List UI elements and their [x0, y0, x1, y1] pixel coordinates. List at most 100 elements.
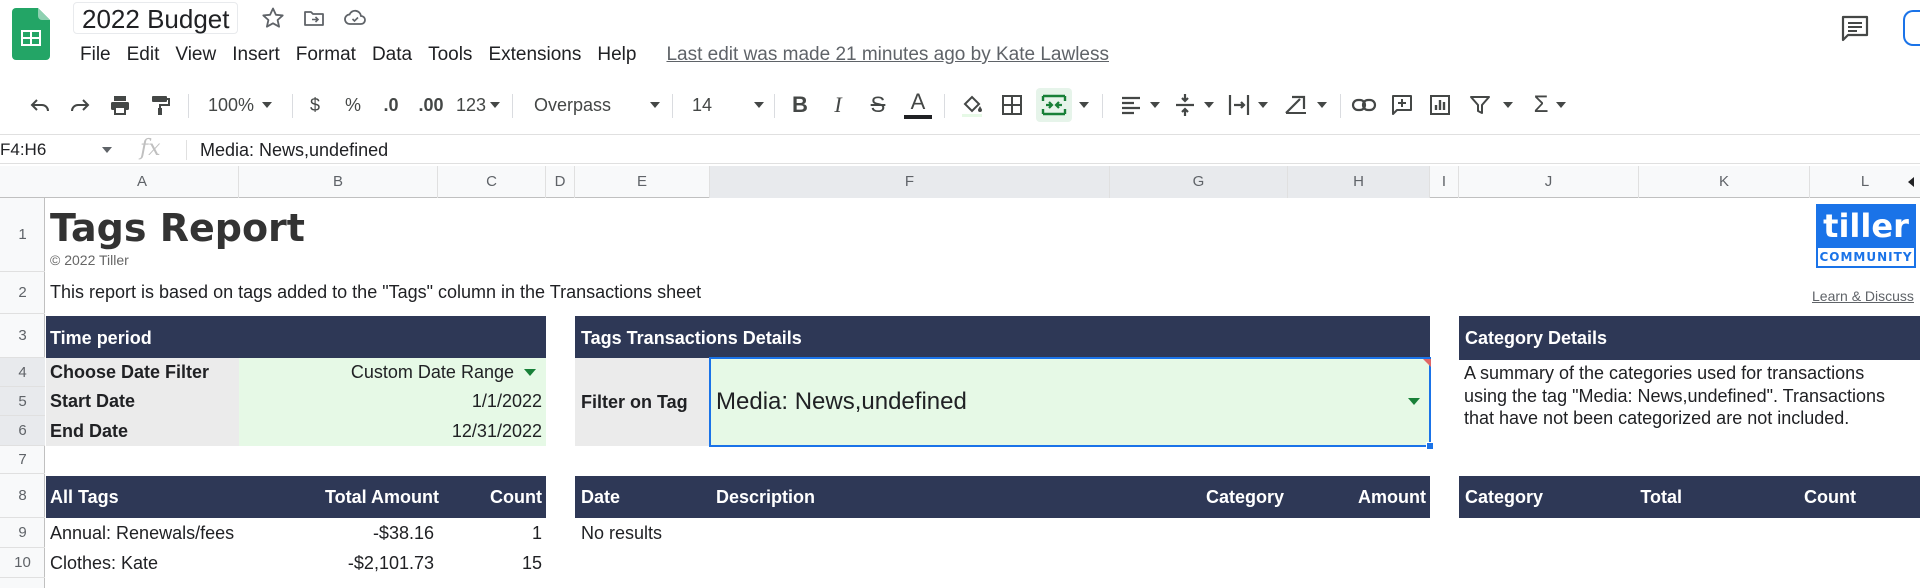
menu-extensions[interactable]: Extensions	[480, 42, 589, 68]
row-header-4[interactable]: 4	[0, 358, 45, 387]
row-header-1[interactable]: 1	[0, 198, 45, 272]
row-header-10[interactable]: 10	[0, 548, 45, 578]
column-header-h[interactable]: H	[1288, 166, 1430, 198]
decrease-decimal-button[interactable]: .0	[376, 84, 406, 126]
row-header-3[interactable]: 3	[0, 314, 45, 358]
column-header-a[interactable]: A	[46, 166, 239, 198]
document-title[interactable]: 2022 Budget	[73, 2, 239, 34]
column-header-l[interactable]: L	[1810, 166, 1920, 198]
all-tags-header[interactable]: All Tags	[50, 476, 119, 518]
column-header-g[interactable]: G	[1110, 166, 1288, 198]
count-header[interactable]: Count	[490, 476, 542, 518]
filter-on-tag-label[interactable]: Filter on Tag	[575, 358, 710, 446]
menu-data[interactable]: Data	[364, 42, 420, 68]
increase-decimal-button[interactable]: .00	[414, 84, 448, 126]
tag-transactions-header[interactable]: Tags Transactions Details	[575, 316, 1430, 360]
horizontal-align-icon[interactable]	[1116, 84, 1164, 126]
redo-icon[interactable]	[64, 84, 96, 126]
print-icon[interactable]	[104, 84, 136, 126]
strikethrough-icon[interactable]: S	[864, 84, 892, 126]
menu-help[interactable]: Help	[589, 42, 644, 68]
merge-options-dropdown[interactable]	[1076, 84, 1092, 126]
column-header-j[interactable]: J	[1459, 166, 1639, 198]
no-results-text[interactable]: No results	[581, 518, 662, 548]
row-header-2[interactable]: 2	[0, 272, 45, 314]
text-wrapping-icon[interactable]	[1224, 84, 1272, 126]
menu-format[interactable]: Format	[288, 42, 364, 68]
fill-handle[interactable]	[1426, 442, 1434, 450]
dropdown-arrow-icon[interactable]	[524, 369, 536, 376]
paint-format-icon[interactable]	[144, 84, 176, 126]
row-header-7[interactable]: 7	[0, 446, 45, 474]
tag-count-cell[interactable]: 15	[438, 548, 542, 578]
font-size-select[interactable]: 14	[684, 84, 764, 126]
create-filter-icon[interactable]	[1466, 84, 1516, 126]
column-header-k[interactable]: K	[1639, 166, 1810, 198]
date-header[interactable]: Date	[581, 476, 620, 518]
more-formats-select[interactable]: 123	[454, 84, 502, 126]
learn-discuss-link[interactable]: Learn & Discuss	[1812, 288, 1914, 304]
italic-icon[interactable]: I	[824, 84, 852, 126]
merge-cells-icon[interactable]	[1036, 88, 1072, 122]
menu-view[interactable]: View	[167, 42, 224, 68]
last-edit-link[interactable]: Last edit was made 21 minutes ago by Kat…	[666, 42, 1109, 68]
sheets-logo-icon[interactable]	[12, 8, 50, 60]
column-header-b[interactable]: B	[239, 166, 438, 198]
formula-input[interactable]: Media: News,undefined	[200, 135, 388, 165]
start-date-input[interactable]: 1/1/2022	[239, 387, 546, 416]
column-header-e[interactable]: E	[575, 166, 710, 198]
move-folder-icon[interactable]	[301, 6, 327, 30]
column-header-c[interactable]: C	[438, 166, 546, 198]
date-filter-label[interactable]: Choose Date Filter	[46, 358, 239, 387]
total-amount-header[interactable]: Total Amount	[325, 476, 439, 518]
vertical-align-icon[interactable]	[1170, 84, 1218, 126]
tag-name-cell[interactable]: Annual: Renewals/fees	[50, 518, 239, 548]
tag-total-cell[interactable]: -$2,101.73	[239, 548, 434, 578]
insert-link-icon[interactable]	[1348, 84, 1380, 126]
tag-total-cell[interactable]: -$38.16	[239, 518, 434, 548]
category-details-description[interactable]: A summary of the categories used for tra…	[1464, 362, 1920, 430]
column-header-d[interactable]: D	[546, 166, 575, 198]
share-button-edge[interactable]	[1903, 10, 1920, 46]
borders-icon[interactable]	[996, 84, 1028, 126]
tag-count-cell[interactable]: 1	[438, 518, 542, 548]
category-details-header[interactable]: Category Details	[1459, 316, 1920, 360]
menu-edit[interactable]: Edit	[119, 42, 168, 68]
bold-icon[interactable]: B	[786, 84, 814, 126]
comment-history-icon[interactable]	[1840, 14, 1870, 42]
text-rotation-icon[interactable]	[1280, 84, 1330, 126]
copyright-text[interactable]: © 2022 Tiller	[50, 252, 129, 268]
date-filter-dropdown[interactable]: Custom Date Range	[239, 358, 546, 387]
name-box[interactable]: F4:H6	[0, 135, 120, 165]
scroll-left-icon[interactable]	[1908, 177, 1914, 187]
menu-file[interactable]: File	[80, 42, 119, 68]
tiller-community-logo[interactable]: tiller COMMUNITY	[1816, 204, 1916, 268]
report-subtitle[interactable]: This report is based on tags added to th…	[50, 280, 701, 304]
cloud-saved-icon[interactable]	[342, 6, 368, 30]
column-header-i[interactable]: I	[1430, 166, 1459, 198]
amount-header[interactable]: Amount	[1358, 476, 1426, 518]
currency-format-button[interactable]: $	[302, 84, 328, 126]
zoom-select[interactable]: 100%	[200, 84, 280, 126]
row-header-9[interactable]: 9	[0, 518, 45, 548]
text-color-icon[interactable]: A	[902, 84, 934, 126]
start-date-label[interactable]: Start Date	[46, 387, 239, 416]
category-summary-category-header[interactable]: Category	[1465, 476, 1543, 518]
star-icon[interactable]	[260, 6, 286, 30]
end-date-input[interactable]: 12/31/2022	[239, 416, 546, 446]
percent-format-button[interactable]: %	[340, 84, 366, 126]
functions-icon[interactable]: Σ	[1530, 84, 1570, 126]
category-header[interactable]: Category	[1206, 476, 1284, 518]
end-date-label[interactable]: End Date	[46, 416, 239, 446]
menu-insert[interactable]: Insert	[224, 42, 288, 68]
insert-chart-icon[interactable]	[1424, 84, 1456, 126]
description-header[interactable]: Description	[716, 476, 815, 518]
insert-comment-icon[interactable]	[1386, 84, 1418, 126]
row-header-6[interactable]: 6	[0, 416, 45, 446]
fill-color-icon[interactable]	[956, 84, 988, 126]
time-period-header[interactable]: Time period	[46, 316, 546, 360]
column-header-f[interactable]: F	[710, 166, 1110, 198]
undo-icon[interactable]	[24, 84, 56, 126]
menu-tools[interactable]: Tools	[420, 42, 480, 68]
font-family-select[interactable]: Overpass	[526, 84, 660, 126]
